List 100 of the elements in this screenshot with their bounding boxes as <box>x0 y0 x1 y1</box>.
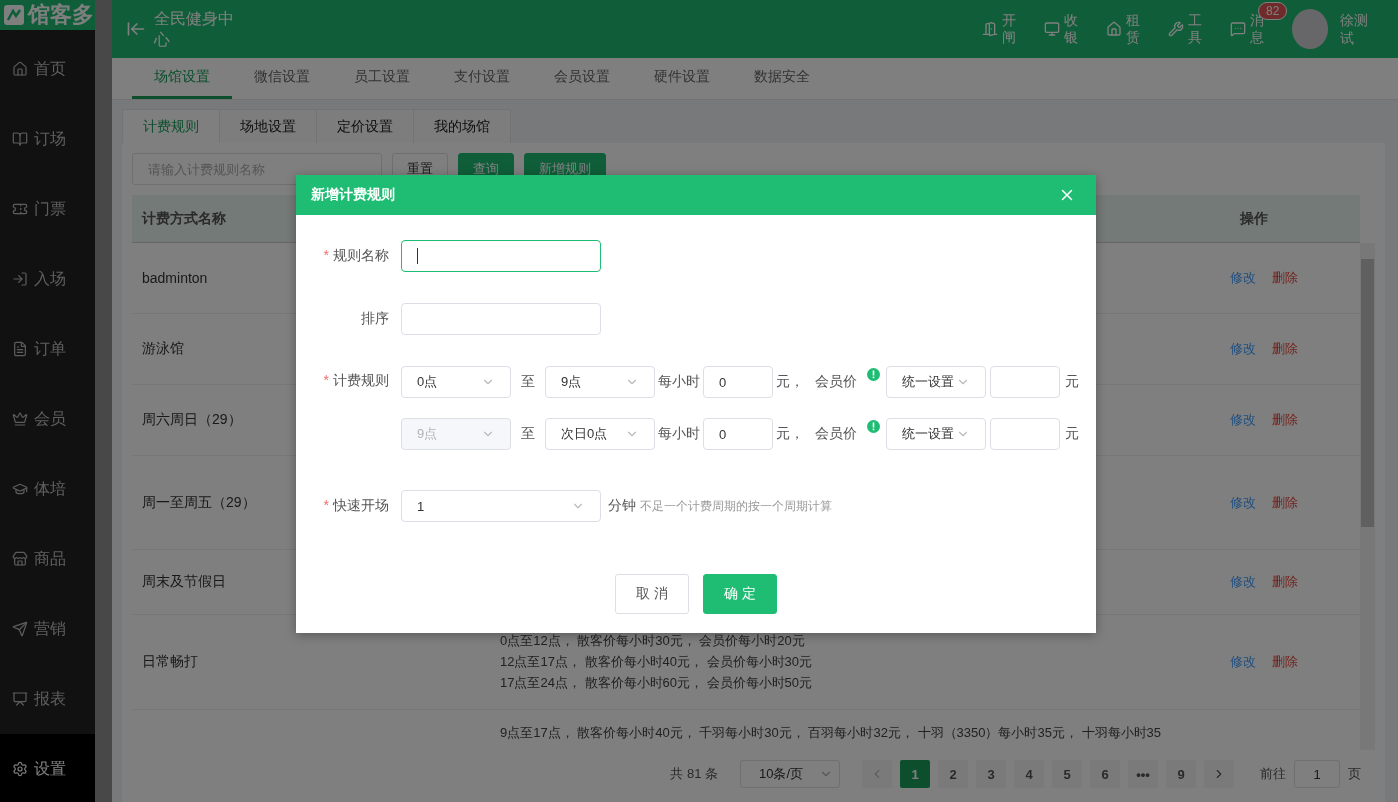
nav-icon <box>12 761 28 777</box>
sidebar-item[interactable]: 设置 <box>0 734 95 802</box>
unit-label: 每小时 <box>658 373 700 391</box>
sub-tab[interactable]: 计费规则 <box>122 109 220 143</box>
toolbar-icon[interactable] <box>1230 21 1246 37</box>
settings-tab[interactable]: 微信设置 <box>232 58 332 99</box>
nav-icon <box>12 61 28 77</box>
member-price-label: 会员价 <box>815 425 857 443</box>
rule-line: 12点至17点， 散客价每小时40元， 会员价每小时30元 <box>500 653 813 671</box>
delete-link[interactable]: 删除 <box>1272 269 1298 287</box>
sidebar-item[interactable]: 商品 <box>0 524 95 594</box>
page-button[interactable]: 3 <box>976 760 1006 788</box>
page-button[interactable]: 2 <box>938 760 968 788</box>
edit-link[interactable]: 修改 <box>1230 411 1256 429</box>
table-cell: 游泳馆 <box>142 340 184 356</box>
input-field[interactable]: 0 <box>703 366 773 398</box>
nav-icon <box>12 621 28 637</box>
info-icon[interactable] <box>867 368 880 381</box>
select-field[interactable]: 统一设置 <box>886 366 986 398</box>
delete-link[interactable]: 删除 <box>1272 493 1298 512</box>
sidebar-item[interactable]: 首页 <box>0 34 95 104</box>
settings-tab[interactable]: 硬件设置 <box>632 58 732 99</box>
next-page-button[interactable] <box>1204 760 1234 788</box>
page-button[interactable]: 9 <box>1166 760 1196 788</box>
page-button[interactable]: 4 <box>1014 760 1044 788</box>
select-field[interactable]: 1 <box>401 490 601 522</box>
info-icon[interactable] <box>867 420 880 433</box>
sub-tab[interactable]: 场地设置 <box>219 109 317 143</box>
column-header: 操作 <box>1239 209 1268 228</box>
toolbar-icon[interactable] <box>1168 21 1184 37</box>
settings-tab[interactable]: 会员设置 <box>532 58 632 99</box>
toolbar-icon[interactable] <box>1044 21 1060 37</box>
unit-label: 元， <box>776 425 804 443</box>
sidebar-item[interactable]: 报表 <box>0 664 95 734</box>
scrollbar[interactable] <box>1360 243 1375 750</box>
sidebar-item[interactable]: 订单 <box>0 314 95 384</box>
column-header: 计费方式名称 <box>140 209 226 226</box>
select-field[interactable]: 9点 <box>545 366 655 398</box>
settings-tab[interactable]: 员工设置 <box>332 58 432 99</box>
toolbar-label[interactable]: 工具 <box>1188 11 1202 47</box>
member-price-label: 会员价 <box>815 373 857 391</box>
sidebar-item[interactable]: 会员 <box>0 384 95 454</box>
avatar[interactable] <box>1292 9 1328 49</box>
unit-label: 元 <box>1065 425 1079 443</box>
toolbar-label[interactable]: 收银 <box>1064 11 1078 47</box>
nav-icon <box>12 411 28 427</box>
required-mark: * <box>323 247 329 265</box>
select-field[interactable]: 次日0点 <box>545 418 655 450</box>
field-label: 计费规则 <box>333 372 389 390</box>
page-unit: 页 <box>1348 765 1361 783</box>
sub-tab[interactable]: 定价设置 <box>316 109 414 143</box>
toolbar-icon[interactable] <box>982 21 998 37</box>
user-name[interactable]: 徐测试 <box>1340 10 1368 48</box>
sidebar-item[interactable]: 订场 <box>0 104 95 174</box>
edit-link[interactable]: 修改 <box>1230 493 1256 512</box>
settings-tab[interactable]: 支付设置 <box>432 58 532 99</box>
toolbar-icon[interactable] <box>1106 21 1122 37</box>
delete-link[interactable]: 删除 <box>1272 340 1298 358</box>
prev-page-button[interactable] <box>862 760 892 788</box>
select-field[interactable]: 0点 <box>401 366 511 398</box>
sidebar-item[interactable]: 入场 <box>0 244 95 314</box>
edit-link[interactable]: 修改 <box>1230 653 1256 671</box>
delete-link[interactable]: 删除 <box>1272 411 1298 429</box>
select-field[interactable]: 统一设置 <box>886 418 986 450</box>
delete-link[interactable]: 删除 <box>1272 653 1298 671</box>
toolbar-label[interactable]: 开闸 <box>1002 11 1016 47</box>
nav-icon <box>12 201 28 217</box>
page-input[interactable]: 1 <box>1294 760 1340 788</box>
edit-link[interactable]: 修改 <box>1230 573 1256 591</box>
edit-link[interactable]: 修改 <box>1230 340 1256 358</box>
cancel-button[interactable]: 取 消 <box>615 574 689 614</box>
nav-icon <box>12 341 28 357</box>
unit-label: 元 <box>1065 373 1079 391</box>
table-cell: badminton <box>142 270 208 286</box>
input-field[interactable]: 0 <box>703 418 773 450</box>
hint-text: 不足一个计费周期的按一个周期计算 <box>640 497 832 515</box>
sidebar-item[interactable]: 门票 <box>0 174 95 244</box>
page-button[interactable]: 6 <box>1090 760 1120 788</box>
field-label: 快速开场 <box>333 497 389 515</box>
page-size-select[interactable]: 10条/页 <box>740 760 840 788</box>
page-button[interactable]: 5 <box>1052 760 1082 788</box>
settings-tab[interactable]: 场馆设置 <box>132 58 232 99</box>
logo: 馆客多 <box>0 0 95 30</box>
side-scrollbar[interactable] <box>95 0 112 802</box>
delete-link[interactable]: 删除 <box>1272 573 1298 591</box>
sidebar-item[interactable]: 营销 <box>0 594 95 664</box>
collapse-icon[interactable] <box>126 19 146 39</box>
edit-link[interactable]: 修改 <box>1230 269 1256 287</box>
range-separator: 至 <box>521 425 535 443</box>
venue-name: 全民健身中心 <box>154 9 235 50</box>
nav-icon <box>12 131 28 147</box>
sub-tab[interactable]: 我的场馆 <box>413 109 511 143</box>
toolbar-label[interactable]: 租赁 <box>1126 11 1140 47</box>
input-field[interactable] <box>401 240 601 272</box>
sidebar-item[interactable]: 体培 <box>0 454 95 524</box>
unit-label: 分钟 <box>608 497 636 515</box>
page-button[interactable]: 1 <box>900 760 930 788</box>
page-button[interactable]: ••• <box>1128 760 1158 788</box>
settings-tab[interactable]: 数据安全 <box>732 58 832 99</box>
confirm-button[interactable]: 确 定 <box>703 574 777 614</box>
